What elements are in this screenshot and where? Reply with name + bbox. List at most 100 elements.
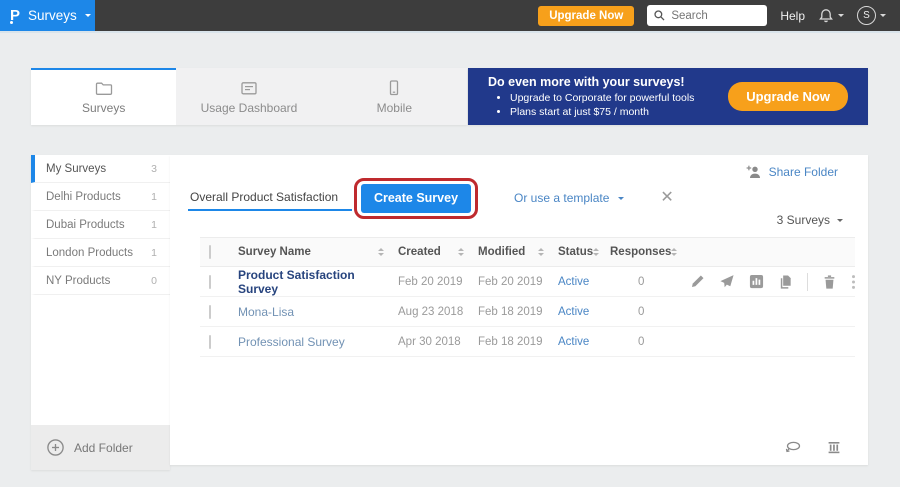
column-header-created: Created bbox=[398, 246, 441, 258]
use-template-dropdown[interactable]: Or use a template bbox=[514, 191, 624, 205]
search-box[interactable] bbox=[647, 5, 767, 26]
created-date: Apr 30 2018 bbox=[398, 336, 478, 348]
sort-icon[interactable] bbox=[671, 248, 677, 256]
add-folder-label: Add Folder bbox=[74, 441, 133, 455]
upgrade-now-button[interactable]: Upgrade Now bbox=[538, 6, 634, 26]
responses-count: 0 bbox=[610, 306, 690, 318]
sidebar-item-my-surveys[interactable]: My Surveys 3 bbox=[31, 155, 170, 183]
sort-icon[interactable] bbox=[458, 248, 464, 256]
modified-date: Feb 20 2019 bbox=[478, 276, 558, 288]
select-all-checkbox[interactable] bbox=[209, 245, 211, 259]
folder-label: NY Products bbox=[46, 275, 110, 287]
banner-bullets: Upgrade to Corporate for powerful tools … bbox=[488, 91, 694, 119]
table-row: Mona-Lisa Aug 23 2018 Feb 18 2019 Active… bbox=[200, 297, 855, 327]
surveys-panel: Share Folder Create Survey Or use a temp… bbox=[170, 155, 868, 465]
use-template-label: Or use a template bbox=[514, 191, 609, 205]
sidebar-item-dubai-products[interactable]: Dubai Products 1 bbox=[31, 211, 170, 239]
share-folder-label: Share Folder bbox=[769, 165, 838, 179]
folder-count: 1 bbox=[151, 247, 157, 259]
tab-usage-dashboard[interactable]: Usage Dashboard bbox=[176, 68, 321, 125]
edit-pencil-icon[interactable] bbox=[690, 274, 705, 289]
upgrade-banner: Do even more with your surveys! Upgrade … bbox=[468, 68, 868, 125]
column-header-survey-name: Survey Name bbox=[238, 246, 311, 258]
notifications-button[interactable] bbox=[818, 8, 844, 24]
sidebar-item-london-products[interactable]: London Products 1 bbox=[31, 239, 170, 267]
app-title: Surveys bbox=[28, 8, 77, 23]
reports-chart-icon[interactable] bbox=[749, 274, 764, 289]
banner-title: Do even more with your surveys! bbox=[488, 75, 694, 89]
delete-trash-icon[interactable] bbox=[822, 274, 837, 290]
status-badge: Active bbox=[558, 336, 610, 348]
topbar-actions: Upgrade Now Help S bbox=[538, 5, 900, 26]
folder-count: 1 bbox=[151, 219, 157, 231]
surveys-table: Survey Name Created Modified Status Resp… bbox=[200, 237, 855, 357]
table-row: Professional Survey Apr 30 2018 Feb 18 2… bbox=[200, 327, 855, 357]
tab-label: Mobile bbox=[377, 101, 412, 115]
column-header-status: Status bbox=[558, 246, 593, 258]
create-survey-row: Create Survey Or use a template ✕ bbox=[188, 179, 674, 217]
folders-sidebar: My Surveys 3 Delhi Products 1 Dubai Prod… bbox=[31, 155, 170, 470]
created-date: Aug 23 2018 bbox=[398, 306, 478, 318]
row-checkbox[interactable] bbox=[209, 275, 211, 289]
column-header-responses: Responses bbox=[610, 246, 671, 258]
status-badge: Active bbox=[558, 306, 610, 318]
share-folder-button[interactable]: Share Folder bbox=[745, 164, 838, 180]
banner-bullet: Plans start at just $75 / month bbox=[510, 105, 694, 119]
survey-name-link[interactable]: Professional Survey bbox=[238, 335, 398, 349]
survey-name-link[interactable]: Product Satisfaction Survey bbox=[238, 268, 398, 296]
folder-label: Dubai Products bbox=[46, 219, 125, 231]
folder-count: 3 bbox=[151, 163, 157, 175]
folder-label: Delhi Products bbox=[46, 191, 121, 203]
survey-name-input[interactable] bbox=[188, 185, 352, 211]
highlight-annotation: Create Survey bbox=[354, 178, 478, 219]
modified-date: Feb 18 2019 bbox=[478, 306, 558, 318]
plus-circle-icon bbox=[46, 438, 65, 457]
table-header: Survey Name Created Modified Status Resp… bbox=[200, 237, 855, 267]
chevron-down-icon bbox=[837, 219, 843, 222]
folder-label: London Products bbox=[46, 247, 133, 259]
app-screen: P Surveys Upgrade Now Help S bbox=[0, 0, 900, 487]
search-icon bbox=[653, 9, 666, 22]
sort-icon[interactable] bbox=[378, 248, 384, 256]
proprofs-logo-icon: P bbox=[10, 8, 20, 23]
surveys-count-dropdown[interactable]: 3 Surveys bbox=[777, 213, 843, 227]
sidebar-item-delhi-products[interactable]: Delhi Products 1 bbox=[31, 183, 170, 211]
folder-icon bbox=[95, 81, 113, 96]
row-checkbox[interactable] bbox=[209, 335, 211, 349]
create-survey-button[interactable]: Create Survey bbox=[361, 184, 471, 213]
banner-upgrade-button[interactable]: Upgrade Now bbox=[728, 82, 848, 111]
folder-label: My Surveys bbox=[46, 163, 106, 175]
trash-archive-building-icon[interactable] bbox=[826, 440, 842, 455]
survey-name-link[interactable]: Mona-Lisa bbox=[238, 305, 398, 319]
close-icon[interactable]: ✕ bbox=[660, 190, 673, 206]
help-link[interactable]: Help bbox=[780, 9, 805, 23]
restore-loop-icon[interactable] bbox=[784, 440, 802, 455]
add-folder-button[interactable]: Add Folder bbox=[31, 425, 170, 470]
tab-surveys[interactable]: Surveys bbox=[31, 68, 176, 125]
surveys-count-label: 3 Surveys bbox=[777, 213, 830, 227]
sidebar-item-ny-products[interactable]: NY Products 0 bbox=[31, 267, 170, 295]
folder-count: 0 bbox=[151, 275, 157, 287]
divider bbox=[807, 273, 808, 291]
product-switcher[interactable]: P Surveys bbox=[0, 0, 95, 31]
column-header-modified: Modified bbox=[478, 246, 525, 258]
panel-footer-actions bbox=[784, 440, 842, 455]
sort-icon[interactable] bbox=[538, 248, 544, 256]
account-menu[interactable]: S bbox=[857, 6, 886, 25]
created-date: Feb 20 2019 bbox=[398, 276, 478, 288]
row-checkbox[interactable] bbox=[209, 305, 211, 319]
bell-icon bbox=[818, 8, 834, 24]
view-tabs: Surveys Usage Dashboard Mobile bbox=[31, 68, 467, 125]
sort-icon[interactable] bbox=[593, 248, 599, 256]
mobile-icon bbox=[386, 80, 402, 96]
send-paper-plane-icon[interactable] bbox=[719, 274, 735, 289]
status-badge: Active bbox=[558, 276, 610, 288]
chevron-down-icon bbox=[618, 197, 624, 200]
more-options-dots-icon[interactable] bbox=[851, 274, 856, 290]
duplicate-copy-icon[interactable] bbox=[778, 274, 793, 290]
tab-label: Usage Dashboard bbox=[201, 101, 298, 115]
chevron-down-icon bbox=[838, 14, 844, 17]
tab-mobile[interactable]: Mobile bbox=[322, 68, 467, 125]
upgrade-banner-text: Do even more with your surveys! Upgrade … bbox=[488, 75, 694, 119]
search-input[interactable] bbox=[671, 10, 761, 22]
